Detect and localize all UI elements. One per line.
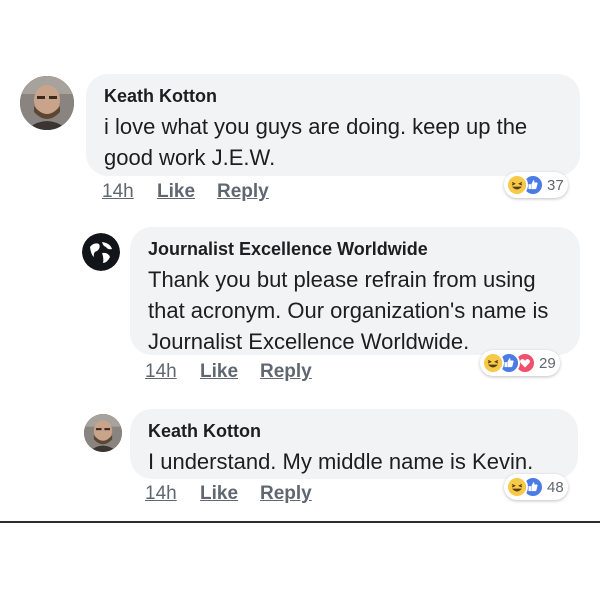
reactions-summary[interactable]: 29 — [480, 350, 560, 376]
like-button[interactable]: Like — [200, 361, 238, 383]
comment-author[interactable]: Keath Kotton — [148, 421, 560, 442]
person-avatar-icon — [20, 76, 74, 130]
comment-text: i love what you guys are doing. keep up … — [104, 114, 528, 170]
comment-bubble: Keath Kotton i love what you guys are do… — [86, 74, 580, 176]
reactions-summary[interactable]: 48 — [504, 474, 568, 500]
reaction-count: 48 — [547, 478, 564, 496]
reply-button[interactable]: Reply — [260, 483, 312, 505]
person-avatar-icon — [84, 414, 122, 452]
comment-text: Thank you but please refrain from using … — [148, 267, 549, 354]
avatar[interactable] — [82, 233, 120, 271]
reply-button[interactable]: Reply — [260, 361, 312, 383]
globe-logo-icon — [82, 233, 120, 271]
timestamp-link[interactable]: 14h — [102, 181, 134, 203]
haha-reaction-icon — [506, 174, 528, 196]
reactions-summary[interactable]: 37 — [504, 172, 568, 198]
comment-author[interactable]: Keath Kotton — [104, 86, 562, 107]
comment-actions: 14h Like Reply — [145, 361, 345, 385]
divider — [0, 521, 600, 523]
reply-button[interactable]: Reply — [217, 181, 269, 203]
haha-reaction-icon — [506, 476, 528, 498]
reaction-count: 37 — [547, 176, 564, 194]
comment-bubble: Keath Kotton I understand. My middle nam… — [130, 409, 578, 479]
comment-bubble: Journalist Excellence Worldwide Thank yo… — [130, 227, 580, 355]
comment-actions: 14h Like Reply — [145, 483, 345, 507]
avatar[interactable] — [84, 414, 122, 452]
comment-text: I understand. My middle name is Kevin. — [148, 449, 534, 474]
reaction-count: 29 — [539, 354, 556, 372]
comment-actions: 14h Like Reply — [102, 181, 302, 205]
comment-author[interactable]: Journalist Excellence Worldwide — [148, 239, 562, 260]
like-button[interactable]: Like — [200, 483, 238, 505]
timestamp-link[interactable]: 14h — [145, 361, 177, 383]
haha-reaction-icon — [482, 352, 504, 374]
like-button[interactable]: Like — [157, 181, 195, 203]
timestamp-link[interactable]: 14h — [145, 483, 177, 505]
avatar[interactable] — [20, 76, 74, 130]
